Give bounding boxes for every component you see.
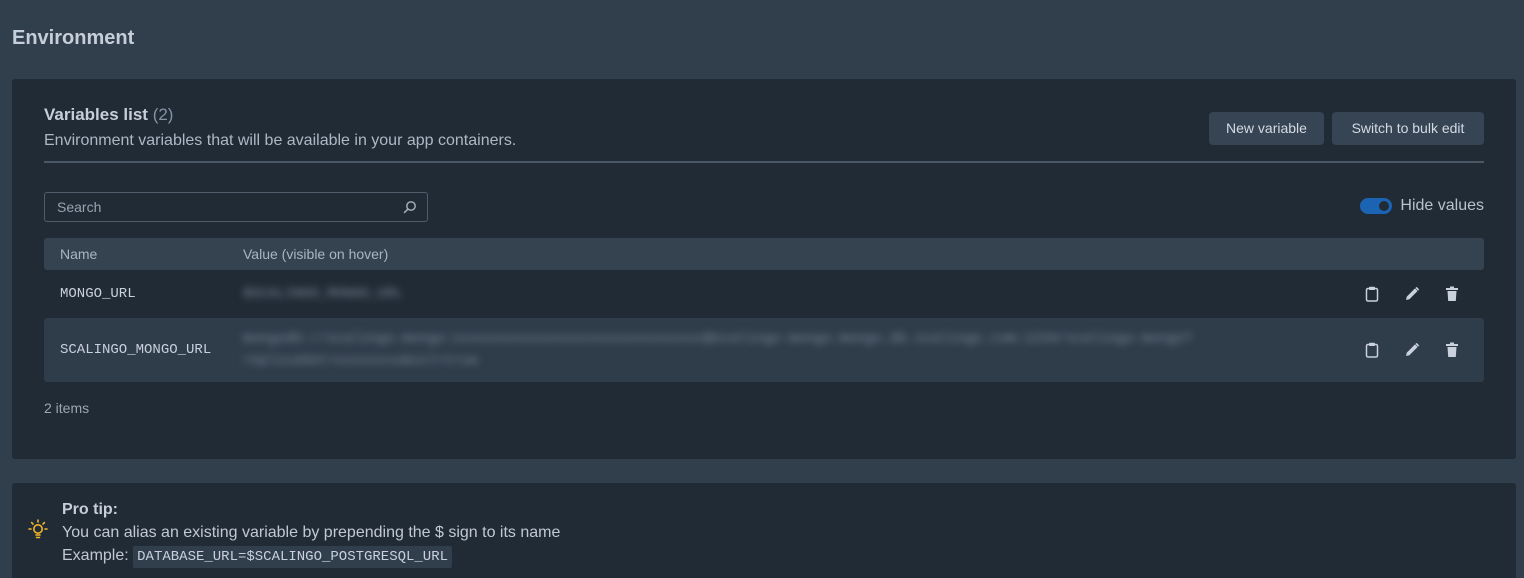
pro-tip-title: Pro tip: bbox=[62, 501, 118, 518]
search-icon[interactable] bbox=[403, 200, 417, 214]
pro-tip-example: Example: DATABASE_URL=$SCALINGO_POSTGRES… bbox=[62, 544, 560, 569]
pencil-icon[interactable] bbox=[1402, 284, 1422, 304]
table-row: MONGO_URL $SCALINGO_MONGO_URL bbox=[44, 270, 1484, 318]
variable-name: MONGO_URL bbox=[60, 286, 136, 302]
variables-count: (2) bbox=[152, 105, 174, 124]
hide-values-label: Hide values bbox=[1400, 197, 1484, 214]
variables-header: Variables list (2) Environment variables… bbox=[44, 105, 516, 150]
pro-tip-text: Pro tip: You can alias an existing varia… bbox=[62, 498, 560, 569]
search-box bbox=[44, 192, 428, 222]
variable-name: SCALINGO_MONGO_URL bbox=[60, 342, 212, 358]
clipboard-icon[interactable] bbox=[1362, 340, 1382, 360]
example-code: DATABASE_URL=$SCALINGO_POSTGRESQL_URL bbox=[133, 546, 453, 568]
items-count: 2 items bbox=[44, 400, 90, 416]
trash-icon[interactable] bbox=[1442, 340, 1462, 360]
pencil-icon[interactable] bbox=[1402, 340, 1422, 360]
page-title: Environment bbox=[12, 27, 135, 49]
pro-tip-card: Pro tip: You can alias an existing varia… bbox=[12, 483, 1516, 578]
toggle-knob bbox=[1379, 201, 1390, 211]
variable-value[interactable]: $SCALINGO_MONGO_URL bbox=[243, 283, 1313, 305]
variables-card: Variables list (2) Environment variables… bbox=[12, 79, 1516, 459]
bulk-edit-button[interactable]: Switch to bulk edit bbox=[1332, 112, 1484, 145]
hide-values-control: Hide values bbox=[1360, 197, 1484, 215]
search-input[interactable] bbox=[45, 193, 427, 221]
column-name-header: Name bbox=[60, 246, 98, 262]
row-actions bbox=[1362, 284, 1462, 304]
variables-title: Variables list (2) bbox=[44, 105, 516, 125]
table-header: Name Value (visible on hover) bbox=[44, 238, 1484, 270]
column-value-header: Value (visible on hover) bbox=[243, 246, 389, 262]
variables-table: Name Value (visible on hover) MONGO_URL … bbox=[44, 238, 1484, 382]
variables-title-text: Variables list bbox=[44, 105, 148, 124]
example-label: Example: bbox=[62, 547, 129, 564]
hide-values-toggle[interactable] bbox=[1360, 198, 1393, 214]
table-row: SCALINGO_MONGO_URL mongodb://scalingo-mo… bbox=[44, 318, 1484, 382]
header-divider bbox=[44, 161, 1484, 163]
new-variable-button[interactable]: New variable bbox=[1209, 112, 1324, 145]
clipboard-icon[interactable] bbox=[1362, 284, 1382, 304]
variables-subtitle: Environment variables that will be avail… bbox=[44, 132, 517, 149]
lightbulb-icon bbox=[28, 519, 48, 539]
trash-icon[interactable] bbox=[1442, 284, 1462, 304]
row-actions bbox=[1362, 340, 1462, 360]
variable-value[interactable]: mongodb://scalingo-mongo:xxxxxxxxxxxxxxx… bbox=[243, 328, 1313, 372]
pro-tip-line: You can alias an existing variable by pr… bbox=[62, 524, 561, 541]
